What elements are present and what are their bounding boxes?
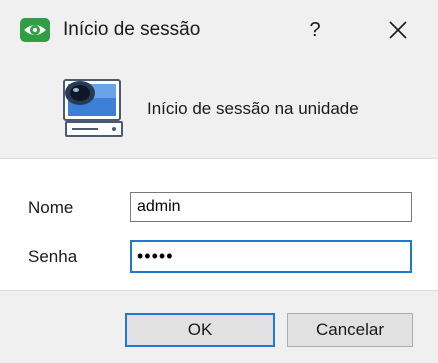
- window-title: Início de sessão: [63, 19, 201, 40]
- username-label: Nome: [28, 198, 74, 217]
- login-dialog: Início de sessão ? Início de sessão na u…: [0, 0, 438, 363]
- computer-icon: [58, 78, 128, 142]
- button-bar: OK Cancelar: [0, 291, 438, 363]
- close-icon: [389, 21, 407, 39]
- password-label: Senha: [28, 247, 78, 266]
- password-field[interactable]: •••••: [130, 240, 412, 273]
- username-field[interactable]: admin: [130, 192, 412, 222]
- ok-button[interactable]: OK: [125, 313, 275, 347]
- title-bar: Início de sessão ?: [0, 0, 438, 60]
- close-button[interactable]: [378, 14, 418, 46]
- help-button[interactable]: ?: [300, 14, 330, 46]
- cancel-button[interactable]: Cancelar: [287, 313, 413, 347]
- login-form: Nome admin Senha •••••: [0, 158, 438, 291]
- header-text: Início de sessão na unidade: [147, 99, 359, 118]
- eye-icon: [20, 18, 50, 42]
- dialog-header: Início de sessão na unidade: [0, 60, 438, 155]
